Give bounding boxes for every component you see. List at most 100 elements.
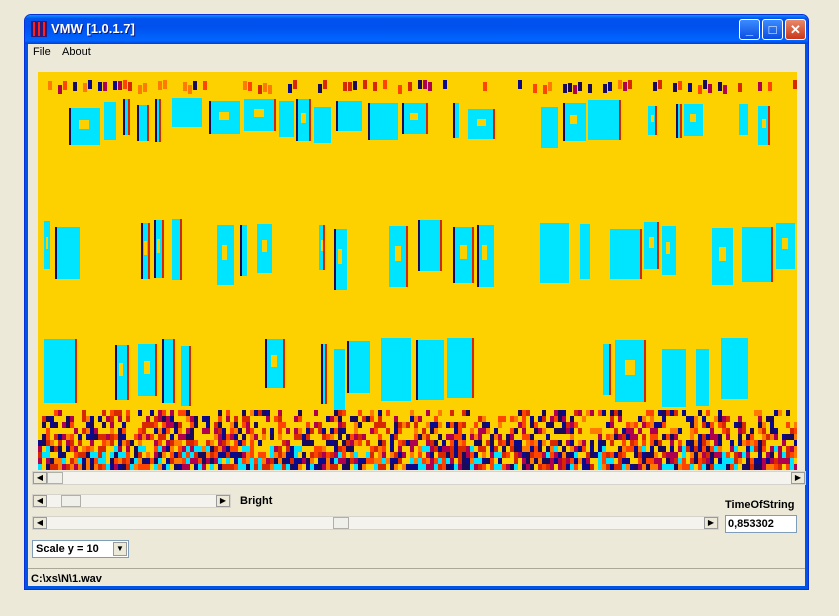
minimize-button[interactable]: _ [739, 19, 760, 40]
bright-right-arrow-icon[interactable]: ▶ [216, 495, 230, 507]
spectrogram-noise-cell [762, 464, 766, 470]
scale-select[interactable]: Scale y = 10 ▼ [32, 540, 129, 558]
spectrogram-noise-cell [270, 446, 274, 452]
spectrogram-noise-cell [546, 422, 550, 428]
spectrogram-noise-cell [163, 80, 167, 89]
spectrogram-noise-cell [158, 458, 162, 464]
spectrogram-noise-cell [530, 446, 534, 452]
spectrogram-noise-cell [38, 458, 42, 464]
maximize-button[interactable]: □ [762, 19, 783, 40]
spectrogram-noise-cell [510, 440, 514, 446]
spectrogram-noise-cell [554, 446, 558, 452]
spectrogram-noise-cell [522, 416, 526, 422]
spectrogram-noise-cell [602, 446, 606, 452]
chevron-down-icon[interactable]: ▼ [113, 542, 127, 556]
spectrogram-noise-cell [722, 416, 726, 422]
spectrogram-noise-cell [178, 440, 182, 446]
spectrogram-noise-cell [106, 434, 110, 440]
scroll-right-arrow-icon[interactable]: ▶ [791, 472, 805, 484]
spectrogram-noise-cell [434, 428, 438, 434]
spectrogram-view[interactable] [38, 72, 797, 470]
bright-left-arrow-icon[interactable]: ◀ [33, 495, 47, 507]
spectrogram-noise-cell [738, 416, 742, 422]
spectrogram-noise-cell [50, 440, 54, 446]
spectrogram-noise-cell [206, 416, 210, 422]
spectrogram-noise-cell [210, 458, 214, 464]
spectrogram-noise-cell [654, 434, 658, 440]
close-button[interactable]: ✕ [785, 19, 806, 40]
spectrogram-noise-cell [134, 446, 138, 452]
spectrogram-noise-cell [354, 458, 358, 464]
spectrogram-band-edge [440, 220, 442, 271]
spectrogram-band-gap [157, 239, 160, 253]
spectrogram-noise-cell [426, 452, 430, 458]
spectrogram-noise-cell [522, 428, 526, 434]
spectrogram-noise-cell [114, 464, 118, 470]
spectrogram-scroll-thumb[interactable] [47, 472, 63, 484]
time-of-string-slider[interactable]: ◀ ▶ [32, 516, 719, 530]
time-left-arrow-icon[interactable]: ◀ [33, 517, 47, 529]
spectrogram-noise-cell [162, 416, 166, 422]
spectrogram-noise-cell [358, 458, 362, 464]
spectrogram-noise-cell [526, 434, 530, 440]
spectrogram-noise-cell [98, 416, 102, 422]
spectrogram-noise-cell [90, 428, 94, 434]
spectrogram-noise-cell [186, 458, 190, 464]
time-of-string-input[interactable]: 0,853302 [725, 515, 797, 533]
spectrogram-noise-cell [306, 440, 310, 446]
spectrogram-band-edge [418, 220, 420, 271]
spectrogram-noise-cell [230, 446, 234, 452]
menu-file[interactable]: File [33, 46, 51, 58]
spectrogram-noise-cell [614, 428, 618, 434]
spectrogram-noise-cell [158, 81, 162, 90]
bright-slider[interactable]: ◀ ▶ [32, 494, 231, 508]
scroll-left-arrow-icon[interactable]: ◀ [33, 472, 47, 484]
time-right-arrow-icon[interactable]: ▶ [704, 517, 718, 529]
spectrogram-noise-cell [670, 458, 674, 464]
spectrogram-noise-cell [46, 416, 50, 422]
spectrogram-noise-cell [662, 422, 666, 428]
spectrogram-noise-cell [182, 464, 186, 470]
title-bar[interactable]: VMW [1.0.1.7] _ □ ✕ [25, 15, 808, 44]
spectrogram-noise-cell [714, 452, 718, 458]
menu-about[interactable]: About [62, 46, 91, 58]
spectrogram-noise-cell [230, 464, 234, 470]
spectrogram-noise-cell [742, 428, 746, 434]
spectrogram-noise-cell [398, 422, 402, 428]
spectrogram-noise-cell [230, 452, 234, 458]
spectrogram-noise-cell [750, 428, 754, 434]
spectrogram-noise-cell [562, 416, 566, 422]
spectrogram-noise-cell [363, 80, 367, 89]
spectrogram-noise-cell [414, 416, 418, 422]
spectrogram-noise-cell [670, 452, 674, 458]
spectrogram-band-block [418, 220, 442, 271]
spectrogram-noise-cell [454, 422, 458, 428]
spectrogram-noise-cell [118, 410, 122, 416]
spectrogram-noise-cell [138, 440, 142, 446]
spectrogram-band-edge [368, 103, 370, 140]
spectrogram-noise-cell [530, 434, 534, 440]
spectrogram-hscroll[interactable]: ◀ ▶ [32, 471, 806, 485]
spectrogram-noise-cell [502, 452, 506, 458]
spectrogram-noise-cell [288, 84, 292, 93]
spectrogram-noise-cell [110, 422, 114, 428]
time-slider-thumb[interactable] [333, 517, 349, 529]
spectrogram-noise-cell [310, 452, 314, 458]
spectrogram-noise-cell [548, 82, 552, 91]
spectrogram-noise-cell [354, 440, 358, 446]
spectrogram-noise-cell [110, 434, 114, 440]
bright-slider-thumb[interactable] [61, 495, 81, 507]
spectrogram-noise-cell [690, 446, 694, 452]
spectrogram-noise-cell [62, 452, 66, 458]
spectrogram-noise-cell [418, 464, 422, 470]
spectrogram-noise-cell [710, 434, 714, 440]
spectrogram-noise-cell [522, 410, 526, 416]
spectrogram-noise-cell [522, 434, 526, 440]
spectrogram-noise-cell [390, 464, 394, 470]
spectrogram-noise-cell [290, 446, 294, 452]
spectrogram-noise-cell [250, 458, 254, 464]
spectrogram-noise-cell [690, 458, 694, 464]
spectrogram-noise-cell [178, 452, 182, 458]
spectrogram-noise-cell [703, 80, 707, 89]
spectrogram-noise-cell [82, 416, 86, 422]
